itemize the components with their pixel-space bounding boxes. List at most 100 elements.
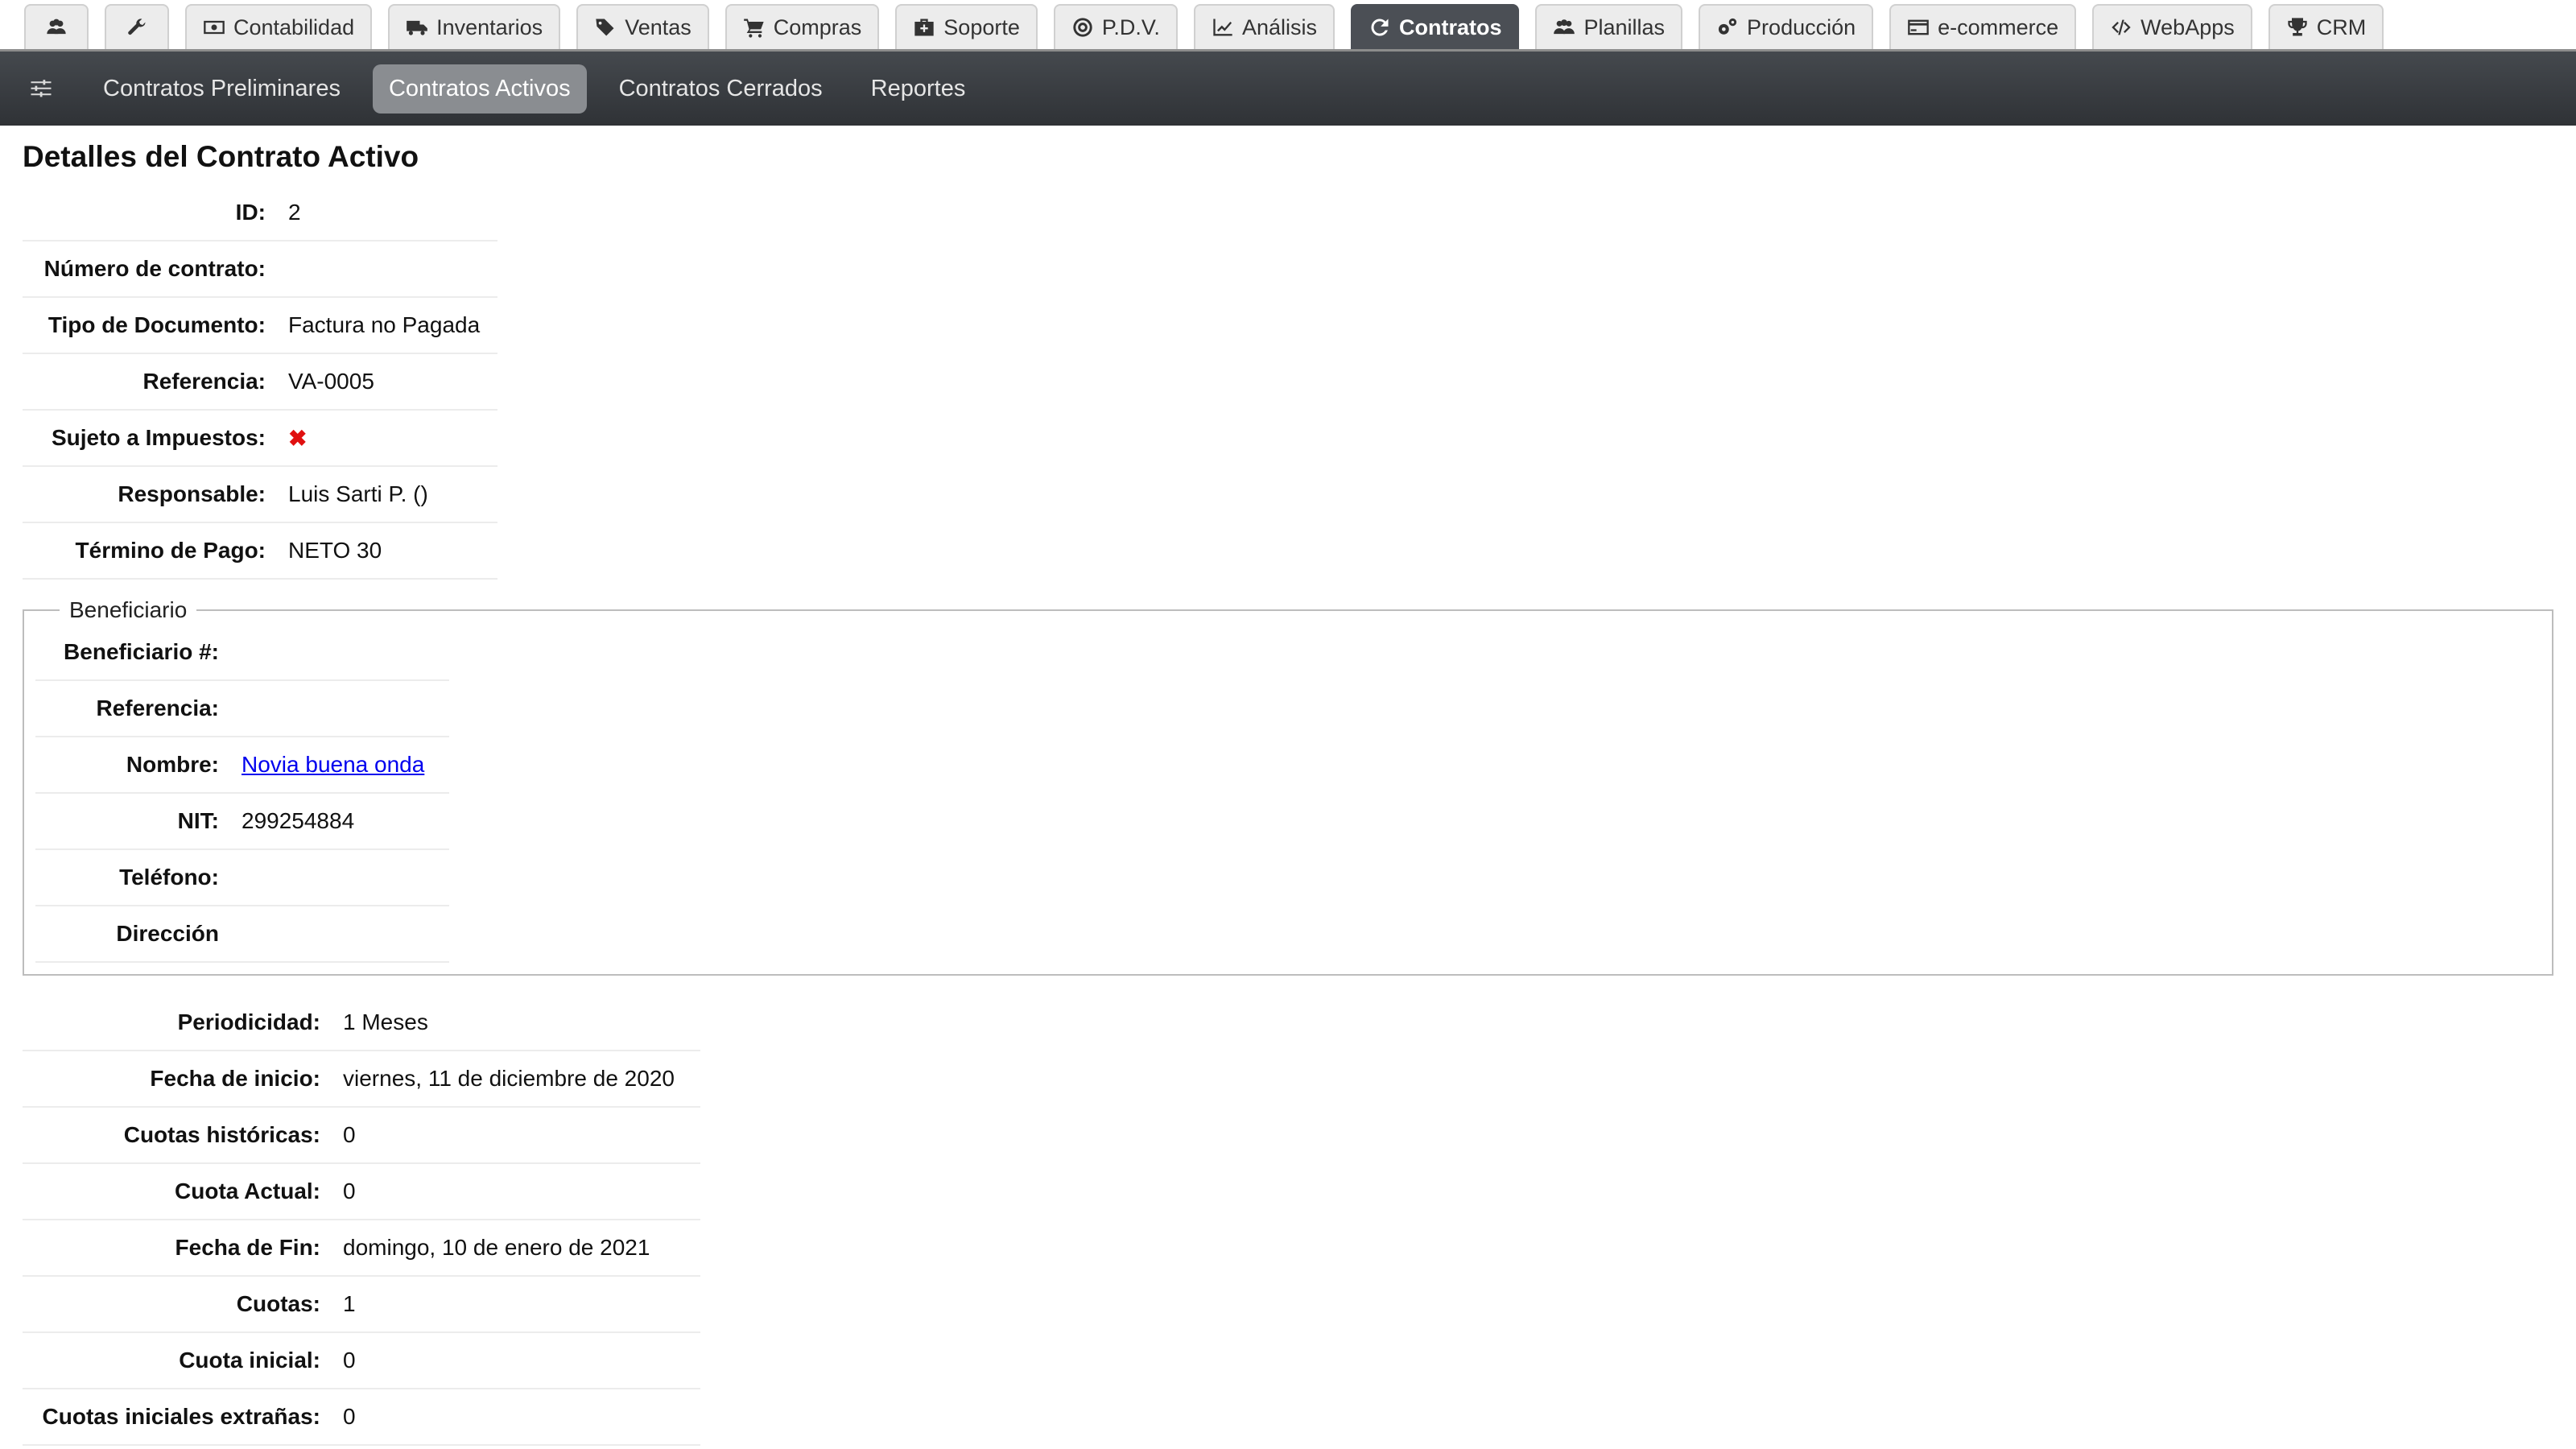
field-value: VA-0005 [288,353,497,411]
field-value: 0 [343,1332,700,1389]
bullseye-icon [1073,18,1092,37]
tab-analisis[interactable]: Análisis [1193,4,1335,49]
tags-icon [596,19,614,36]
tab-contabilidad[interactable]: Contabilidad [185,4,373,49]
main-content: Detalles del Contrato Activo ID: 2 Númer… [0,126,2576,1446]
tab-label: Planillas [1583,14,1666,39]
beneficiario-row-referencia: Referencia: [35,680,449,737]
beneficiario-row-nombre: Nombre: Novia buena onda [35,737,449,794]
field-label: Periodicidad: [23,995,343,1051]
field-value [242,680,449,737]
field-value: ✖ [288,410,497,467]
field-value [288,241,497,298]
field-label: Referencia: [23,353,288,411]
tab-label: CRM [2316,14,2367,39]
module-tab-bar: Contabilidad Inventarios Ventas Compras … [0,0,2576,52]
field-value: 0 [343,1107,700,1164]
tab-pdv[interactable]: P.D.V. [1053,4,1178,49]
field-label: Teléfono: [35,849,242,906]
subnav-contratos-cerrados[interactable]: Contratos Cerrados [603,64,839,114]
schedule-row-cuotas-historicas: Cuotas históricas: 0 [23,1107,700,1164]
tab-label: Producción [1747,14,1856,39]
tab-planillas[interactable]: Planillas [1535,4,1683,49]
trophy-icon [2288,18,2307,36]
detail-row-tipo-documento: Tipo de Documento: Factura no Pagada [23,297,497,354]
tab-label: Contabilidad [233,14,355,39]
field-label: Cuota Actual: [23,1163,343,1220]
refresh-icon [1371,19,1389,36]
schedule-row-cuotas: Cuotas: 1 [23,1276,700,1333]
field-value [242,906,449,963]
beneficiario-fieldset: Beneficiario Beneficiario #: Referencia:… [23,597,2553,976]
field-label: Nombre: [35,737,242,794]
field-value [242,849,449,906]
field-value: 0 [343,1163,700,1220]
field-value: 1 Meses [343,995,700,1051]
schedule-row-cuota-actual: Cuota Actual: 0 [23,1163,700,1220]
credit-card-icon [1908,19,1929,35]
tab-webapps[interactable]: WebApps [2092,4,2252,49]
field-value: 1 [343,1276,700,1333]
field-label: Responsable: [23,466,288,523]
field-label: Referencia: [35,680,242,737]
field-value: Luis Sarti P. () [288,466,497,523]
subnav-reportes[interactable]: Reportes [855,64,982,114]
sliders-icon[interactable] [29,76,53,101]
contract-details-table: ID: 2 Número de contrato: Tipo de Docume… [23,185,497,580]
subnav-contratos-preliminares[interactable]: Contratos Preliminares [87,64,357,114]
schedule-row-fecha-fin: Fecha de Fin: domingo, 10 de enero de 20… [23,1220,700,1277]
tab-label: Análisis [1241,14,1317,39]
tab-crm[interactable]: CRM [2268,4,2384,49]
wrench-icon [128,19,146,35]
medkit-icon [914,19,934,36]
tab-produccion[interactable]: Producción [1699,4,1874,49]
field-label: Cuotas: [23,1276,343,1333]
field-label: Número de contrato: [23,241,288,298]
field-value: Novia buena onda [242,737,449,794]
tab-users[interactable] [24,4,89,49]
field-label: Dirección [35,906,242,963]
users-icon [47,19,66,35]
tab-contratos[interactable]: Contratos [1350,4,1520,49]
beneficiario-row-telefono: Teléfono: [35,849,449,906]
tab-soporte[interactable]: Soporte [895,4,1038,49]
field-label: Término de Pago: [23,522,288,580]
beneficiario-row-direccion: Dirección [35,906,449,963]
schedule-row-fecha-inicio: Fecha de inicio: viernes, 11 de diciembr… [23,1051,700,1108]
tab-ecommerce[interactable]: e-commerce [1889,4,2077,49]
field-label: NIT: [35,793,242,850]
field-label: Cuotas iniciales extrañas: [23,1389,343,1446]
field-value: domingo, 10 de enero de 2021 [343,1220,700,1277]
schedule-row-cuotas-iniciales-extranas: Cuotas iniciales extrañas: 0 [23,1389,700,1446]
tab-inventarios[interactable]: Inventarios [388,4,561,49]
detail-row-termino-pago: Término de Pago: NETO 30 [23,522,497,580]
field-value: 0 [343,1389,700,1446]
tab-compras[interactable]: Compras [724,4,880,49]
field-label: Fecha de Fin: [23,1220,343,1277]
field-label: Sujeto a Impuestos: [23,410,288,467]
tab-label: Ventas [625,14,691,39]
tab-label: Compras [773,14,862,39]
field-label: Fecha de inicio: [23,1051,343,1108]
subnav-contratos-activos[interactable]: Contratos Activos [372,64,587,114]
tab-ventas[interactable]: Ventas [576,4,709,49]
truck-icon [407,20,427,35]
field-value: 2 [288,185,497,242]
beneficiario-row-nit: NIT: 299254884 [35,793,449,850]
field-value: 299254884 [242,793,449,850]
schedule-row-cuota-inicial: Cuota inicial: 0 [23,1332,700,1389]
field-value: NETO 30 [288,522,497,580]
money-icon [204,20,225,35]
field-label: Tipo de Documento: [23,297,288,354]
tab-label: WebApps [2140,14,2235,39]
cogs-icon [1718,18,1737,35]
field-label: Cuotas históricas: [23,1107,343,1164]
users-icon [1554,19,1575,35]
tab-label: P.D.V. [1101,14,1160,39]
field-label: Cuota inicial: [23,1332,343,1389]
detail-row-referencia: Referencia: VA-0005 [23,353,497,411]
beneficiario-row-numero: Beneficiario #: [35,625,449,681]
code-icon [2112,19,2131,35]
tab-settings[interactable] [105,4,169,49]
beneficiario-name-link[interactable]: Novia buena onda [242,752,424,777]
